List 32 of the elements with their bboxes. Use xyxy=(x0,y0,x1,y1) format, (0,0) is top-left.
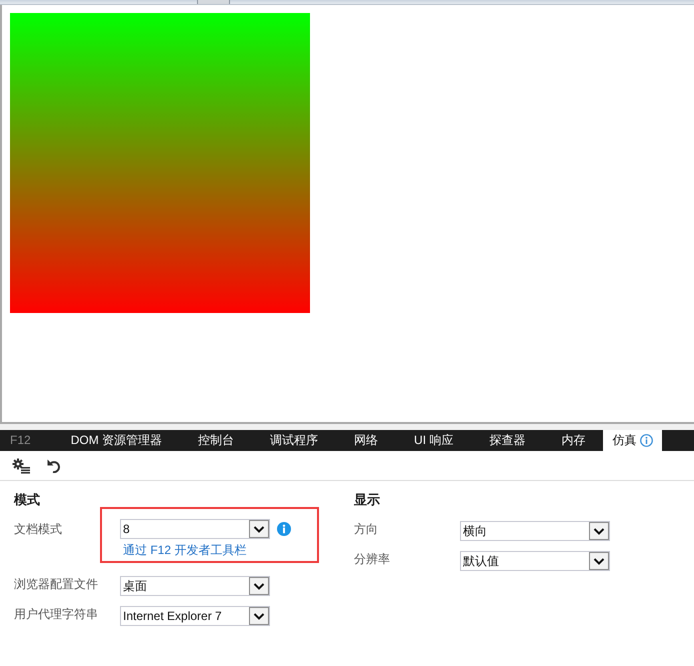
devtools-caption: F12 xyxy=(9,432,32,449)
dropdown[interactable]: 8 xyxy=(120,519,270,539)
chevron-down-icon xyxy=(589,552,609,570)
tab[interactable]: 内存 xyxy=(543,430,604,451)
tab[interactable]: 控制台 xyxy=(180,430,252,451)
scrollbar-thumb[interactable] xyxy=(197,0,230,4)
link[interactable]: 通过 F12 开发者工具栏 xyxy=(120,542,246,558)
settings-list-icon[interactable] xyxy=(12,458,30,474)
info-icon xyxy=(277,522,291,536)
field-label: 文档模式 xyxy=(14,521,63,538)
field-label: 方向 xyxy=(354,521,379,538)
chevron-down-icon xyxy=(249,607,269,625)
dropdown[interactable]: 横向 xyxy=(460,521,610,541)
info-icon xyxy=(640,434,654,447)
tab[interactable]: 网络 xyxy=(336,430,396,451)
dropdown[interactable]: Internet Explorer 7 xyxy=(120,606,270,626)
dropdown[interactable]: 默认值 xyxy=(460,551,610,571)
tab[interactable]: 调试程序 xyxy=(252,430,336,451)
field-label: 分辨率 xyxy=(354,551,391,568)
section-title: 模式 xyxy=(14,492,41,507)
section-title: 显示 xyxy=(354,492,381,507)
undo-icon[interactable] xyxy=(47,458,61,473)
field-label: 用户代理字符串 xyxy=(14,606,99,623)
tab[interactable]: 仿真 xyxy=(603,430,662,451)
tab[interactable]: UI 响应 xyxy=(396,430,472,451)
chevron-down-icon xyxy=(249,520,269,538)
tab[interactable]: 探查器 xyxy=(471,430,544,451)
tab[interactable]: DOM 资源管理器 xyxy=(52,430,180,451)
chevron-down-icon xyxy=(249,577,269,595)
field-label: 浏览器配置文件 xyxy=(14,576,99,593)
dropdown[interactable]: 桌面 xyxy=(120,576,270,596)
chevron-down-icon xyxy=(589,522,609,540)
